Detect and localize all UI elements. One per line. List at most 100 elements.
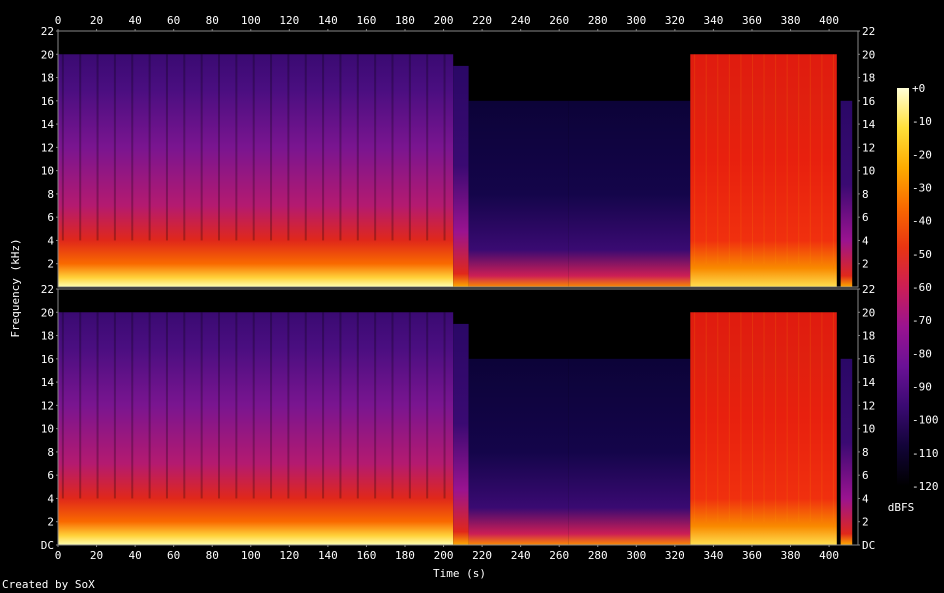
colorbar-tick-label: -120 bbox=[912, 480, 939, 493]
y-tick-label-right: 14 bbox=[862, 118, 876, 131]
texture-line bbox=[96, 54, 99, 241]
x-tick-label-bottom: 220 bbox=[472, 549, 492, 562]
spectral-band-ch2-seg6 bbox=[840, 358, 853, 545]
x-tick-label-top: 220 bbox=[472, 14, 492, 27]
x-tick-label-top: 180 bbox=[395, 14, 415, 27]
texture-line bbox=[763, 54, 765, 264]
y-tick-label-right: 10 bbox=[862, 165, 875, 178]
texture-line bbox=[821, 54, 823, 264]
y-tick-label-left: 20 bbox=[41, 48, 54, 61]
colorbar-tick-label: -110 bbox=[912, 447, 939, 460]
y-tick-label-right: 6 bbox=[862, 211, 869, 224]
texture-line bbox=[809, 54, 811, 264]
texture-line bbox=[821, 312, 823, 522]
x-tick-label-top: 100 bbox=[241, 14, 261, 27]
spectral-band-ch1-seg1 bbox=[58, 54, 454, 287]
y-tick-label-left: 20 bbox=[41, 306, 54, 319]
x-tick-label-bottom: 80 bbox=[206, 549, 219, 562]
texture-line bbox=[717, 54, 719, 264]
texture-line bbox=[798, 54, 800, 264]
colorbar-tick-label: -40 bbox=[912, 215, 932, 228]
y-tick-label-right: 22 bbox=[862, 283, 875, 296]
y-tick-label-right: 6 bbox=[862, 469, 869, 482]
y-tick-label-right: 14 bbox=[862, 376, 876, 389]
y-tick-label-right: 2 bbox=[862, 258, 869, 271]
texture-line bbox=[165, 312, 168, 499]
texture-line bbox=[426, 54, 429, 241]
texture-line bbox=[356, 312, 359, 499]
y-tick-label-left: 4 bbox=[47, 234, 54, 247]
y-tick-label-left: 14 bbox=[41, 376, 55, 389]
texture-line bbox=[775, 54, 777, 264]
texture-line bbox=[287, 54, 290, 241]
texture-line bbox=[809, 312, 811, 522]
colorbar-tick-label: -20 bbox=[912, 148, 932, 161]
y-tick-label-left: 8 bbox=[47, 188, 54, 201]
x-tick-label-bottom: 140 bbox=[318, 549, 338, 562]
y-tick-label-left: 14 bbox=[41, 118, 55, 131]
y-tick-label-right: 2 bbox=[862, 516, 869, 529]
y-tick-label-right: 18 bbox=[862, 72, 875, 85]
texture-line bbox=[391, 312, 394, 499]
colorbar-tick-label: -30 bbox=[912, 182, 932, 195]
colorbar-tick-label: -50 bbox=[912, 248, 932, 261]
spectral-band-ch1-seg6 bbox=[840, 100, 853, 288]
y-tick-label-right: DC bbox=[862, 539, 875, 552]
texture-line bbox=[339, 312, 342, 499]
x-tick-label-bottom: 320 bbox=[665, 549, 685, 562]
texture-line bbox=[728, 54, 730, 264]
spectral-band-ch2-seg4 bbox=[568, 358, 691, 545]
x-tick-label-top: 400 bbox=[819, 14, 839, 27]
x-tick-label-top: 20 bbox=[90, 14, 103, 27]
texture-line bbox=[252, 312, 255, 499]
spectral-band-ch1-seg3 bbox=[468, 100, 569, 288]
x-tick-label-bottom: 200 bbox=[434, 549, 454, 562]
texture-line bbox=[235, 54, 238, 241]
texture-line bbox=[694, 312, 696, 522]
y-tick-label-left: 18 bbox=[41, 330, 54, 343]
y-tick-label-right: 4 bbox=[862, 234, 869, 247]
spectral-band-ch2-seg2 bbox=[453, 323, 469, 545]
texture-line bbox=[740, 312, 742, 522]
spectral-band-ch1-seg2 bbox=[453, 65, 469, 287]
x-tick-label-top: 80 bbox=[206, 14, 219, 27]
y-tick-label-left: 8 bbox=[47, 446, 54, 459]
x-tick-label-top: 280 bbox=[588, 14, 608, 27]
texture-line bbox=[79, 312, 82, 499]
texture-line bbox=[786, 54, 788, 264]
texture-line bbox=[148, 312, 151, 499]
texture-line bbox=[61, 54, 64, 241]
y-tick-label-right: 8 bbox=[862, 188, 869, 201]
texture-line bbox=[304, 54, 307, 241]
texture-line bbox=[426, 312, 429, 499]
y-tick-label-left: 16 bbox=[41, 353, 54, 366]
y-tick-label-left: 6 bbox=[47, 211, 54, 224]
y-tick-label-left: 10 bbox=[41, 423, 54, 436]
y-axis-title: Frequency (kHz) bbox=[9, 238, 22, 337]
colorbar-tick-label: -90 bbox=[912, 381, 932, 394]
colorbar-tick-label: -100 bbox=[912, 414, 939, 427]
colorbar-tick-label: -80 bbox=[912, 347, 932, 360]
texture-line bbox=[740, 54, 742, 264]
texture-line bbox=[270, 54, 273, 241]
texture-line bbox=[391, 54, 394, 241]
texture-line bbox=[751, 54, 753, 264]
texture-line bbox=[832, 54, 834, 264]
y-tick-label-right: 12 bbox=[862, 399, 875, 412]
y-tick-label-left: 22 bbox=[41, 25, 54, 38]
y-tick-label-left: 10 bbox=[41, 165, 54, 178]
x-tick-label-bottom: 120 bbox=[279, 549, 299, 562]
y-tick-label-right: 4 bbox=[862, 492, 869, 505]
x-tick-label-top: 260 bbox=[549, 14, 569, 27]
texture-line bbox=[218, 312, 220, 499]
y-tick-label-left: 16 bbox=[41, 95, 54, 108]
y-tick-label-left: 22 bbox=[41, 283, 54, 296]
texture-line bbox=[304, 312, 307, 499]
texture-line bbox=[751, 312, 753, 522]
texture-line bbox=[832, 312, 834, 522]
texture-line bbox=[798, 312, 800, 522]
texture-line bbox=[728, 312, 730, 522]
texture-line bbox=[339, 54, 342, 241]
texture-line bbox=[287, 312, 290, 499]
texture-line bbox=[131, 54, 134, 241]
